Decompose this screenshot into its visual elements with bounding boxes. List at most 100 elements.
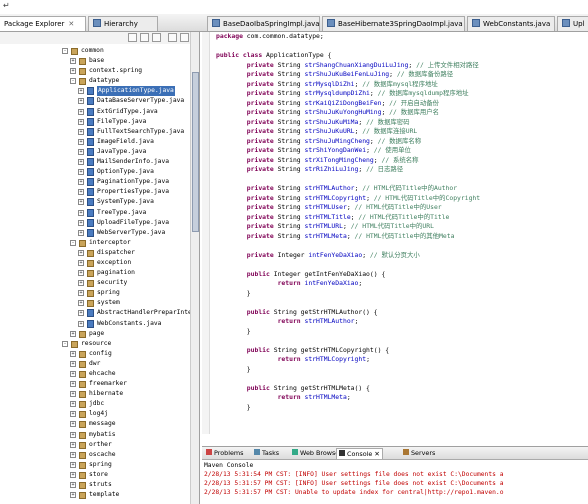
tree-package-row[interactable]: + log4j	[0, 409, 190, 419]
expand-icon[interactable]: +	[78, 219, 84, 226]
console-output[interactable]: Maven Console 2/28/13 5:31:54 PM CST: [I…	[204, 461, 588, 497]
tree-package-row[interactable]: - interceptor	[0, 238, 190, 248]
tree-package-row[interactable]: + spring	[0, 288, 190, 298]
expand-icon[interactable]: +	[70, 401, 76, 408]
tree-file-row[interactable]: + SystemType.java	[0, 197, 190, 207]
tree-file-row[interactable]: + UploadFileType.java	[0, 218, 190, 228]
expand-icon[interactable]: +	[70, 360, 76, 367]
tree-package-row[interactable]: - common	[0, 46, 190, 56]
collapse-icon[interactable]: -	[62, 48, 68, 54]
expand-icon[interactable]: +	[78, 128, 84, 135]
tree-package-row[interactable]: + message	[0, 419, 190, 429]
expand-icon[interactable]: +	[78, 169, 84, 176]
tree-file-row[interactable]: + FullTextSearchType.java	[0, 127, 190, 137]
link-editor-icon[interactable]	[180, 33, 189, 42]
forward-icon[interactable]	[140, 33, 149, 42]
tree-file-row[interactable]: + OptionType.java	[0, 167, 190, 177]
tree-package-row[interactable]: + jdbc	[0, 399, 190, 409]
tree-package-row[interactable]: + hibernate	[0, 389, 190, 399]
tree-file-row[interactable]: + ExtGridType.java	[0, 107, 190, 117]
tree-package-row[interactable]: + config	[0, 349, 190, 359]
tree-package-row[interactable]: + base	[0, 56, 190, 66]
tab-webconstants[interactable]: WebConstants.java	[467, 16, 555, 31]
expand-icon[interactable]: +	[70, 350, 76, 357]
tab-tasks[interactable]: Tasks	[252, 448, 281, 459]
expand-icon[interactable]: +	[78, 310, 84, 317]
tree-file-row[interactable]: + ApplicationType.java	[0, 86, 190, 97]
expand-icon[interactable]: +	[70, 441, 76, 448]
tree-scrollbar[interactable]	[190, 32, 199, 504]
up-icon[interactable]	[152, 33, 161, 42]
expand-icon[interactable]: +	[78, 98, 84, 105]
tree-package-row[interactable]: + page	[0, 329, 190, 339]
expand-icon[interactable]: +	[70, 68, 76, 75]
tree-package-row[interactable]: + security	[0, 278, 190, 288]
tree-file-row[interactable]: + DataBaseServerType.java	[0, 96, 190, 106]
tree-package-row[interactable]: + oscache	[0, 450, 190, 460]
expand-icon[interactable]: +	[78, 199, 84, 206]
tab-console[interactable]: Console ✕	[336, 448, 383, 459]
expand-icon[interactable]: +	[70, 451, 76, 458]
tab-package-explorer[interactable]: Package Explorer ✕	[0, 16, 86, 31]
tab-basedaoibaspringimpl[interactable]: BaseDaoIbaSpringImpl.java	[207, 16, 320, 31]
tab-problems[interactable]: Problems	[204, 448, 245, 459]
tree-file-row[interactable]: + AbstractHandlerPreparIntercep	[0, 308, 199, 318]
expand-icon[interactable]: +	[70, 421, 76, 428]
tree-package-row[interactable]: + freemarker	[0, 379, 190, 389]
expand-icon[interactable]: +	[78, 159, 84, 166]
tree-package-row[interactable]: + mybatis	[0, 430, 190, 440]
expand-icon[interactable]: +	[70, 471, 76, 478]
tab-upl[interactable]: Upl	[557, 16, 588, 31]
collapse-icon[interactable]: -	[70, 78, 76, 85]
expand-icon[interactable]: +	[78, 88, 84, 95]
expand-icon[interactable]: +	[78, 229, 84, 236]
expand-icon[interactable]: +	[78, 300, 84, 307]
tree-package-row[interactable]: + orther	[0, 440, 190, 450]
tree-file-row[interactable]: + ImageField.java	[0, 137, 190, 147]
tree-package-row[interactable]: + ehcache	[0, 369, 190, 379]
expand-icon[interactable]: +	[78, 189, 84, 196]
expand-icon[interactable]: +	[78, 249, 84, 256]
expand-icon[interactable]: +	[70, 381, 76, 388]
tree-file-row[interactable]: + TreeType.java	[0, 208, 190, 218]
tree-file-row[interactable]: + FileType.java	[0, 117, 190, 127]
back-icon[interactable]	[128, 33, 137, 42]
expand-icon[interactable]: +	[78, 118, 84, 125]
expand-icon[interactable]: +	[70, 330, 76, 337]
expand-icon[interactable]: +	[70, 461, 76, 468]
expand-icon[interactable]: +	[78, 270, 84, 277]
tree-package-row[interactable]: + struts	[0, 480, 190, 490]
tree-file-row[interactable]: + WebConstants.java	[0, 319, 190, 329]
tree-package-row[interactable]: + spring	[0, 460, 190, 470]
tree-file-row[interactable]: + JavaType.java	[0, 147, 190, 157]
tree-package-row[interactable]: + template	[0, 490, 190, 500]
tree-package-row[interactable]: + context.spring	[0, 66, 190, 76]
collapse-all-icon[interactable]	[168, 33, 177, 42]
tree-package-row[interactable]: + exception	[0, 258, 190, 268]
tree-package-row[interactable]: - resource	[0, 339, 190, 349]
expand-icon[interactable]: +	[78, 138, 84, 145]
expand-icon[interactable]: +	[78, 290, 84, 297]
expand-icon[interactable]: +	[70, 482, 76, 489]
expand-icon[interactable]: +	[78, 259, 84, 266]
tree-file-row[interactable]: + MailSenderInfo.java	[0, 157, 190, 167]
close-icon[interactable]: ✕	[68, 20, 74, 28]
expand-icon[interactable]: +	[70, 492, 76, 499]
collapse-icon[interactable]: -	[62, 340, 68, 347]
expand-icon[interactable]: +	[70, 58, 76, 65]
expand-icon[interactable]: +	[78, 320, 84, 327]
scrollbar-thumb[interactable]	[192, 72, 199, 232]
tree-package-row[interactable]: + system	[0, 298, 190, 308]
tree-package-row[interactable]: + pagination	[0, 268, 190, 278]
tree-file-row[interactable]: + WebServerType.java	[0, 228, 190, 238]
tree-package-row[interactable]: + store	[0, 470, 190, 480]
tab-servers[interactable]: Servers	[401, 448, 437, 459]
expand-icon[interactable]: +	[70, 431, 76, 438]
expand-icon[interactable]: +	[78, 209, 84, 216]
expand-icon[interactable]: +	[78, 280, 84, 287]
expand-icon[interactable]: +	[70, 391, 76, 398]
expand-icon[interactable]: +	[70, 411, 76, 418]
tab-hierarchy[interactable]: Hierarchy	[88, 16, 158, 31]
tree-file-row[interactable]: + PaginationType.java	[0, 177, 190, 187]
tree-package-row[interactable]: + dispatcher	[0, 248, 190, 258]
